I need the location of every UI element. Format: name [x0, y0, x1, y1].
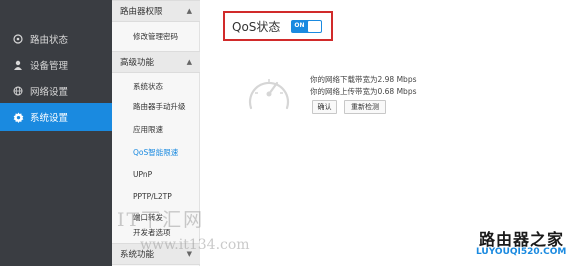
qos-status-title: QoS状态: [232, 19, 281, 34]
submenu-item-change-password[interactable]: 修改管理密码: [112, 26, 200, 46]
sidebar-item-network-settings[interactable]: 网络设置: [0, 77, 112, 105]
qos-toggle[interactable]: ON: [291, 19, 323, 33]
sidebar-item-label: 路由状态: [30, 35, 69, 46]
dashboard-icon: [12, 33, 24, 45]
sidebar-item-system-settings[interactable]: 系统设置: [0, 103, 118, 131]
group-label: 路由器权限: [120, 7, 163, 17]
sidebar-item-label: 设备管理: [30, 61, 69, 72]
qos-status-highlight: QoS状态 ON: [223, 11, 333, 41]
sidebar-item-router-status[interactable]: 路由状态: [0, 25, 112, 53]
submenu-group-advanced[interactable]: 高级功能 ▲: [112, 51, 200, 73]
main-sidebar: 路由状态 设备管理 网络设置 系统设置: [0, 0, 118, 266]
submenu-item-pptp-l2tp[interactable]: PPTP/L2TP: [112, 186, 200, 206]
watermark-right-url: LUYOUQI520.COM: [476, 247, 567, 257]
user-icon: [12, 59, 24, 71]
submenu-item-upnp[interactable]: UPnP: [112, 164, 200, 184]
chevron-up-icon: ▲: [186, 58, 192, 66]
globe-icon: [12, 85, 24, 97]
speedometer-icon: [248, 79, 290, 110]
sidebar-item-label: 网络设置: [30, 87, 69, 98]
download-bandwidth-text: 你的网络下载带宽为2.98 Mbps: [310, 75, 417, 84]
group-label: 高级功能: [120, 58, 155, 68]
submenu-item-system-status[interactable]: 系统状态: [112, 76, 200, 96]
submenu-item-qos[interactable]: QoS智能限速: [112, 142, 200, 162]
upload-bandwidth-text: 你的网络上传带宽为0.68 Mbps: [310, 87, 417, 96]
toggle-on-label: ON: [294, 21, 305, 29]
watermark-left-brand: IT下汇网: [117, 209, 205, 231]
sidebar-item-label: 系统设置: [30, 113, 69, 124]
retest-button[interactable]: 重新检测: [344, 100, 386, 114]
submenu-group-router-permissions[interactable]: 路由器权限 ▲: [112, 0, 200, 22]
submenu-item-app-rate-limit[interactable]: 应用限速: [112, 119, 200, 139]
submenu-item-manual-upgrade[interactable]: 路由器手动升级: [112, 96, 200, 116]
watermark-left-url: www.it134.com: [140, 237, 250, 253]
confirm-button[interactable]: 确认: [312, 100, 337, 114]
gear-icon: [12, 111, 24, 123]
toggle-knob: [308, 20, 322, 32]
bandwidth-info: 你的网络下载带宽为2.98 Mbps 你的网络上传带宽为0.68 Mbps: [310, 74, 416, 98]
sidebar-item-device-management[interactable]: 设备管理: [0, 51, 112, 79]
chevron-up-icon: ▲: [186, 7, 192, 15]
